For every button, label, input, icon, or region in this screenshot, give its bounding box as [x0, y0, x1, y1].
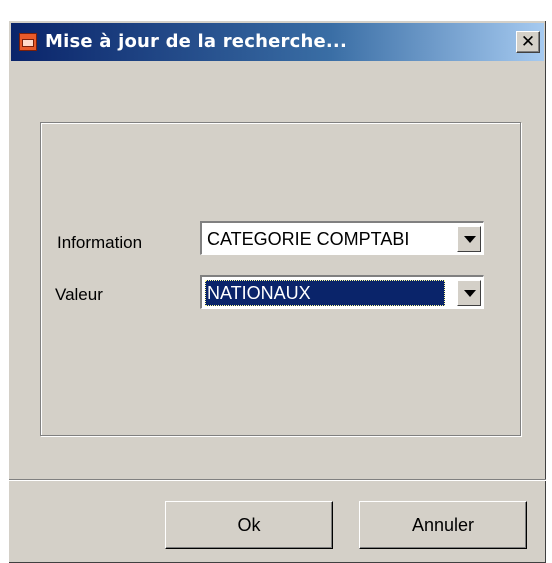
close-button[interactable]: ✕ — [516, 31, 540, 53]
separator — [9, 479, 546, 481]
window-title: Mise à jour de la recherche... — [45, 31, 347, 52]
information-dropdown-arrow-icon[interactable] — [457, 226, 481, 252]
title-bar[interactable]: Mise à jour de la recherche... ✕ — [11, 23, 544, 61]
close-icon: ✕ — [520, 32, 536, 52]
valeur-combobox[interactable]: NATIONAUX — [200, 275, 484, 309]
ok-button[interactable]: Ok — [165, 501, 333, 549]
cancel-button[interactable]: Annuler — [359, 501, 527, 549]
dialog-window: Mise à jour de la recherche... ✕ Informa… — [8, 20, 546, 563]
information-label: Information — [57, 233, 143, 252]
valeur-dropdown-arrow-icon[interactable] — [457, 280, 481, 306]
app-icon — [19, 33, 37, 51]
valeur-label: Valeur — [55, 285, 103, 304]
valeur-value: NATIONAUX — [205, 280, 445, 306]
information-value: CATEGORIE COMPTABI — [207, 229, 410, 249]
information-combobox[interactable]: CATEGORIE COMPTABI — [200, 221, 484, 255]
